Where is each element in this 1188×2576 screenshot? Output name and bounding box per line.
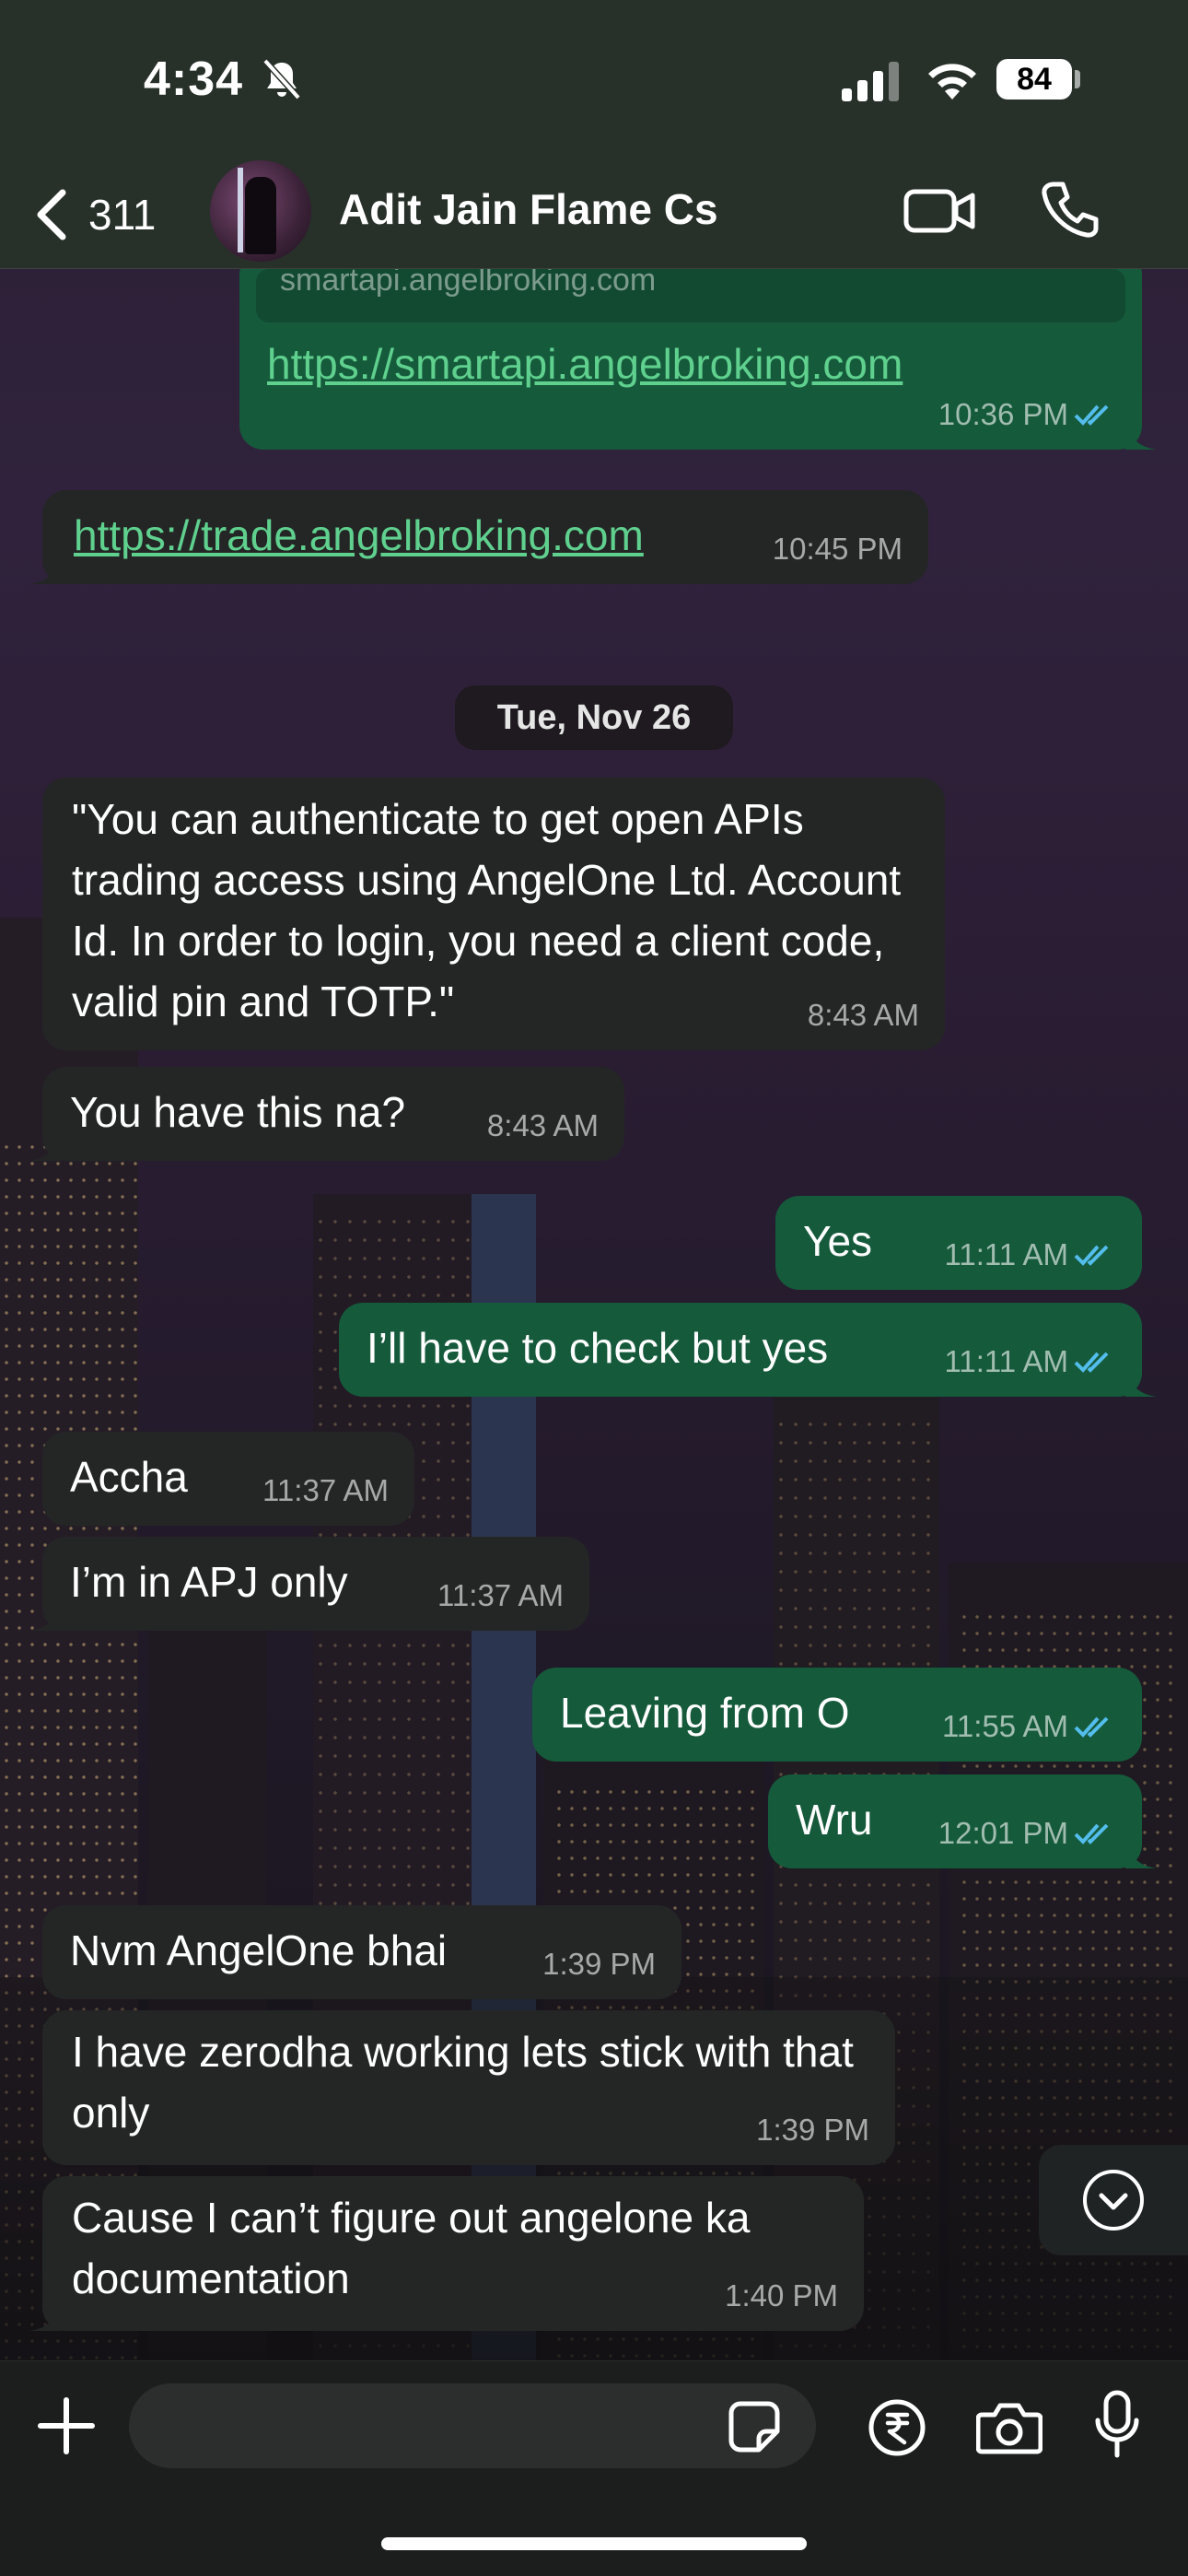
message-time: 8:43 AM: [486, 1108, 599, 1142]
message-text: "You can authenticate to get open APIs t…: [72, 795, 902, 1025]
plus-icon[interactable]: [35, 2395, 98, 2457]
sticker-icon[interactable]: [728, 2400, 781, 2453]
message-text: I’m in APJ only: [70, 1558, 348, 1606]
avatar-figure: [245, 177, 276, 254]
message-text: Leaving from O: [560, 1689, 850, 1737]
camera-icon[interactable]: [976, 2400, 1042, 2455]
battery-icon: 84: [996, 59, 1072, 100]
message-time: 11:37 AM: [437, 1578, 564, 1612]
message-text: Yes: [803, 1217, 873, 1265]
message-bubble-incoming[interactable]: I’m in APJ only 11:37 AM: [29, 1537, 589, 1631]
chat-header: 311 Adit Jain Flame Cs: [0, 157, 1188, 269]
double-check-icon: [1074, 1823, 1109, 1844]
message-text: You have this na?: [70, 1088, 406, 1136]
message-bubble-incoming[interactable]: https://trade.angelbroking.com 10:45 PM: [29, 490, 928, 584]
message-time: 10:36 PM: [938, 397, 1068, 431]
double-check-icon: [1074, 1245, 1109, 1266]
message-meta: 1:40 PM: [725, 2277, 838, 2314]
message-text: Cause I can’t figure out angelone ka doc…: [72, 2194, 751, 2302]
message-meta: 8:43 AM: [808, 997, 919, 1034]
avatar-sword: [238, 168, 243, 252]
chevron-down-icon: [1083, 2170, 1144, 2231]
double-check-icon: [1074, 1716, 1109, 1738]
message-text: Wru: [796, 1796, 873, 1844]
message-bubble-incoming[interactable]: Cause I can’t figure out angelone ka doc…: [29, 2176, 864, 2331]
status-bar: 4:34 84: [0, 0, 1188, 157]
message-meta: 8:43 AM: [487, 1107, 599, 1144]
microphone-icon[interactable]: [1094, 2389, 1140, 2459]
message-text: I have zerodha working lets stick with t…: [72, 2028, 854, 2137]
bubble-tail: [29, 2300, 61, 2331]
message-link[interactable]: https://smartapi.angelbroking.com: [267, 334, 903, 394]
message-bubble-incoming[interactable]: Accha 11:37 AM: [42, 1432, 414, 1526]
message-time: 11:55 AM: [942, 1709, 1068, 1743]
home-indicator[interactable]: [381, 2537, 807, 2550]
message-bubble-outgoing[interactable]: Yes 11:11 AM: [775, 1196, 1142, 1290]
date-separator: Tue, Nov 26: [455, 685, 733, 750]
message-bubble-outgoing[interactable]: smartapi.angelbroking.com https://smarta…: [239, 269, 1157, 450]
message-input[interactable]: [129, 2383, 816, 2468]
message-bubble-outgoing[interactable]: Leaving from O 11:55 AM: [532, 1668, 1142, 1762]
message-bubble-incoming[interactable]: Nvm AngelOne bhai 1:39 PM: [42, 1905, 681, 1999]
message-meta: 11:37 AM: [262, 1472, 389, 1509]
message-text: I’ll have to check but yes: [367, 1324, 829, 1372]
bubble-tail: [29, 1599, 61, 1631]
message-meta: 11:11 AM: [944, 1343, 1116, 1380]
message-time: 11:11 AM: [944, 1237, 1068, 1271]
link-preview-domain: smartapi.angelbroking.com: [280, 269, 657, 298]
double-check-icon: [1074, 404, 1109, 426]
message-meta: 1:39 PM: [542, 1946, 656, 1983]
message-time: 8:43 AM: [807, 998, 919, 1032]
contact-name[interactable]: Adit Jain Flame Cs: [339, 184, 718, 234]
message-meta: 1:39 PM: [756, 2112, 869, 2149]
battery-cap: [1075, 70, 1080, 88]
wifi-icon: [928, 64, 976, 100]
message-time: 1:39 PM: [756, 2113, 869, 2147]
bubble-tail: [1125, 1365, 1157, 1397]
message-time: 11:37 AM: [262, 1473, 389, 1507]
chat-messages[interactable]: smartapi.angelbroking.com https://smarta…: [0, 269, 1188, 2360]
message-bubble-incoming[interactable]: I have zerodha working lets stick with t…: [42, 2010, 895, 2165]
message-link[interactable]: https://trade.angelbroking.com: [74, 505, 644, 566]
message-meta: 11:55 AM: [942, 1708, 1116, 1745]
back-button[interactable]: 311: [33, 182, 171, 247]
message-time: 11:11 AM: [944, 1344, 1068, 1378]
signal-icon: [842, 62, 899, 101]
scroll-to-bottom-button[interactable]: [1039, 2145, 1188, 2255]
message-meta: 12:01 PM: [938, 1815, 1116, 1852]
unread-count: 311: [88, 191, 157, 239]
message-meta: 10:45 PM: [773, 531, 903, 568]
message-meta: 11:37 AM: [437, 1577, 564, 1614]
message-bubble-incoming[interactable]: You have this na? 8:43 AM: [29, 1067, 624, 1161]
message-text: Accha: [70, 1453, 188, 1501]
status-time: 4:34: [144, 53, 244, 106]
message-time: 10:45 PM: [772, 532, 903, 566]
bubble-tail: [1125, 418, 1157, 450]
message-meta: 10:36 PM: [938, 396, 1116, 433]
double-check-icon: [1074, 1352, 1109, 1373]
message-time: 1:39 PM: [542, 1947, 656, 1981]
message-bubble-outgoing[interactable]: I’ll have to check but yes 11:11 AM: [339, 1303, 1157, 1397]
rupee-icon[interactable]: [868, 2398, 926, 2457]
message-bubble-incoming[interactable]: "You can authenticate to get open APIs t…: [42, 778, 945, 1050]
message-text: Nvm AngelOne bhai: [70, 1926, 448, 1974]
avatar[interactable]: [210, 160, 311, 262]
chevron-left-icon: [37, 189, 66, 240]
bubble-tail: [1125, 1837, 1157, 1868]
message-bubble-outgoing[interactable]: Wru 12:01 PM: [768, 1774, 1157, 1868]
link-preview[interactable]: smartapi.angelbroking.com: [256, 269, 1125, 322]
phone-icon[interactable]: [1041, 179, 1100, 238]
bell-off-icon: [262, 58, 301, 100]
video-call-icon[interactable]: [903, 182, 976, 238]
message-time: 12:01 PM: [938, 1816, 1068, 1850]
bubble-tail: [29, 1130, 61, 1161]
message-time: 1:40 PM: [725, 2278, 838, 2313]
message-meta: 11:11 AM: [944, 1236, 1116, 1273]
bubble-tail: [29, 553, 61, 584]
